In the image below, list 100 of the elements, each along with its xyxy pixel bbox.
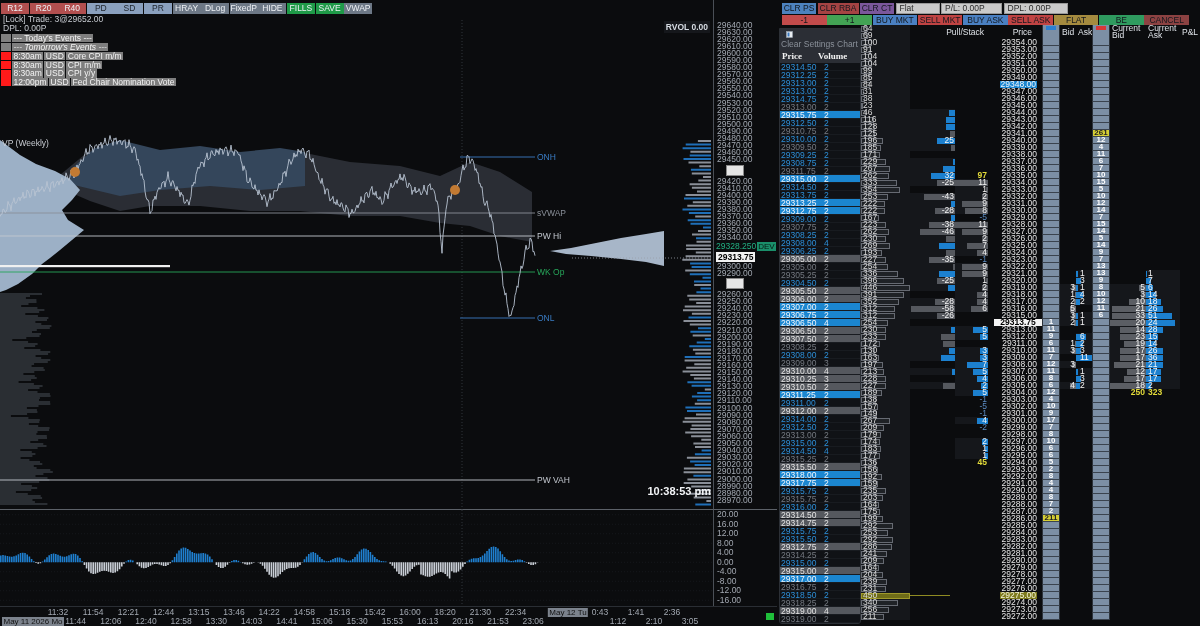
bid-size[interactable] [1042, 277, 1060, 284]
ask-size[interactable] [1092, 403, 1110, 410]
order-button[interactable]: +1 [827, 15, 872, 25]
ask-size[interactable]: 5 [1092, 186, 1110, 193]
ask-size[interactable] [1092, 592, 1110, 599]
bid-size[interactable] [1042, 550, 1060, 557]
bid-size[interactable] [1042, 102, 1060, 109]
ask-size[interactable] [1092, 466, 1110, 473]
order-button[interactable]: BUY ASK [963, 15, 1008, 25]
bid-size[interactable] [1042, 557, 1060, 564]
bid-size[interactable] [1042, 291, 1060, 298]
ask-size[interactable] [1092, 487, 1110, 494]
bid-size[interactable] [1042, 585, 1060, 592]
ask-size[interactable] [1092, 431, 1110, 438]
ask-size[interactable]: 4 [1092, 144, 1110, 151]
bid-size[interactable] [1042, 613, 1060, 620]
ask-size[interactable] [1092, 529, 1110, 536]
ask-size[interactable] [1092, 564, 1110, 571]
ask-size[interactable] [1092, 74, 1110, 81]
menu-item[interactable]: Clear [781, 40, 802, 49]
bid-size[interactable]: 2 [1042, 508, 1060, 515]
bid-size[interactable]: 8 [1042, 431, 1060, 438]
ask-size[interactable] [1092, 109, 1110, 116]
bid-size[interactable] [1042, 137, 1060, 144]
clear-button[interactable]: CLR PS [782, 3, 816, 14]
ask-size[interactable]: 7 [1092, 256, 1110, 263]
bid-size[interactable] [1042, 235, 1060, 242]
bid-size[interactable] [1042, 284, 1060, 291]
toolbar-button[interactable]: SD [115, 3, 144, 14]
bid-size[interactable] [1042, 95, 1060, 102]
bid-size[interactable] [1042, 305, 1060, 312]
toolbar-button[interactable]: R40 [58, 3, 87, 14]
ask-size[interactable] [1092, 494, 1110, 501]
bid-size[interactable] [1042, 88, 1060, 95]
bid-size[interactable] [1042, 46, 1060, 53]
toolbar-button[interactable]: FILLS [286, 3, 315, 14]
ask-size[interactable] [1092, 361, 1110, 368]
ask-size[interactable] [1092, 508, 1110, 515]
ask-size[interactable] [1092, 39, 1110, 46]
bid-size[interactable] [1042, 109, 1060, 116]
ask-size[interactable] [1092, 375, 1110, 382]
bid-size[interactable] [1042, 81, 1060, 88]
ask-size[interactable] [1092, 95, 1110, 102]
ask-size[interactable] [1092, 473, 1110, 480]
ask-size[interactable] [1092, 396, 1110, 403]
bid-size[interactable]: 7 [1042, 501, 1060, 508]
order-button[interactable]: BE [1099, 15, 1144, 25]
ask-size[interactable] [1092, 123, 1110, 130]
ask-size[interactable] [1092, 319, 1110, 326]
bid-size[interactable] [1042, 214, 1060, 221]
ask-size[interactable] [1092, 459, 1110, 466]
toolbar-button[interactable]: VWAP [344, 3, 373, 14]
ask-size[interactable] [1092, 543, 1110, 550]
ask-size[interactable] [1092, 445, 1110, 452]
bid-size[interactable] [1042, 207, 1060, 214]
toolbar-button[interactable]: R20 [29, 3, 58, 14]
ask-size[interactable] [1092, 410, 1110, 417]
bid-size[interactable] [1042, 228, 1060, 235]
bid-size[interactable] [1042, 186, 1060, 193]
ask-size[interactable]: 7 [1092, 214, 1110, 221]
bid-size[interactable] [1042, 116, 1060, 123]
bid-size[interactable] [1042, 592, 1060, 599]
ask-size[interactable] [1092, 452, 1110, 459]
ask-size[interactable] [1092, 354, 1110, 361]
ask-size[interactable] [1092, 46, 1110, 53]
bid-size[interactable] [1042, 606, 1060, 613]
ask-size[interactable] [1092, 102, 1110, 109]
bid-size[interactable] [1042, 536, 1060, 543]
ask-size[interactable] [1092, 557, 1110, 564]
ask-size[interactable] [1092, 599, 1110, 606]
ask-size[interactable] [1092, 81, 1110, 88]
bid-size[interactable] [1042, 165, 1060, 172]
order-button[interactable]: CANCEL [1144, 15, 1189, 25]
bid-size[interactable] [1042, 53, 1060, 60]
ask-size[interactable] [1092, 60, 1110, 67]
order-button[interactable]: FLAT [1053, 15, 1099, 25]
menu-item[interactable]: Chart [837, 40, 858, 49]
bid-size[interactable] [1042, 578, 1060, 585]
ask-size[interactable] [1092, 116, 1110, 123]
ask-size[interactable] [1092, 347, 1110, 354]
clear-button[interactable]: CLR RBA [817, 3, 859, 14]
ask-size[interactable] [1092, 326, 1110, 333]
ask-size[interactable] [1092, 340, 1110, 347]
bid-size[interactable] [1042, 599, 1060, 606]
ask-size[interactable] [1092, 515, 1110, 522]
ask-size[interactable] [1092, 438, 1110, 445]
bid-size[interactable] [1042, 60, 1060, 67]
order-button[interactable]: SELL MKT [917, 15, 963, 25]
ask-size[interactable] [1092, 536, 1110, 543]
toolbar-button[interactable]: R12 [1, 3, 29, 14]
bid-size[interactable] [1042, 298, 1060, 305]
ask-size[interactable] [1092, 480, 1110, 487]
bid-size[interactable] [1042, 564, 1060, 571]
bid-size[interactable] [1042, 522, 1060, 529]
ask-size[interactable]: 7 [1092, 165, 1110, 172]
ask-size[interactable] [1092, 67, 1110, 74]
toolbar-button[interactable]: HRAY [172, 3, 201, 14]
bid-size[interactable] [1042, 179, 1060, 186]
ask-size[interactable] [1092, 389, 1110, 396]
bid-size[interactable] [1042, 158, 1060, 165]
